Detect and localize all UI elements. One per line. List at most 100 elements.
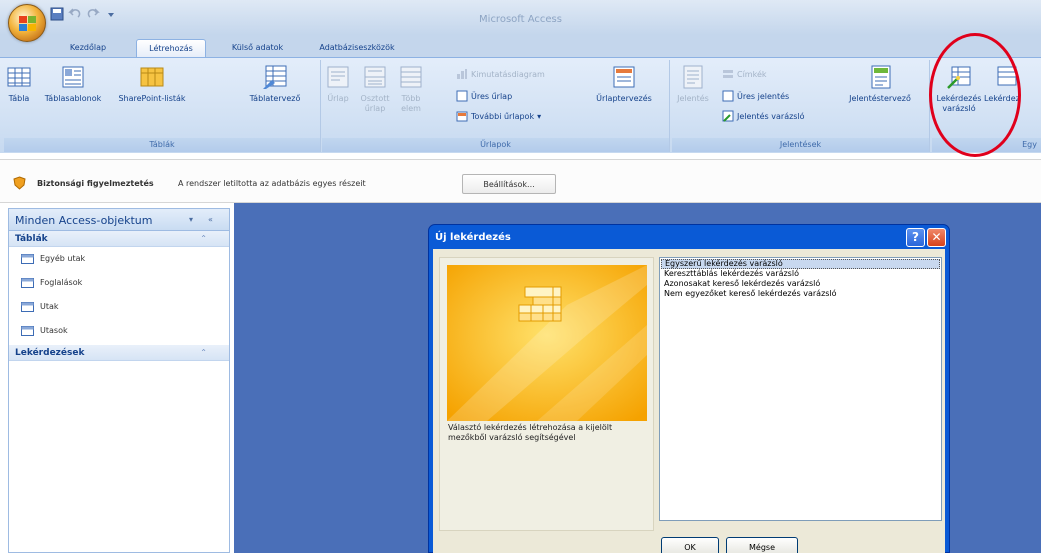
table-icon [21,302,34,312]
nav-item-label: Egyéb utak [40,254,86,263]
ribbon: Tábla Táblasablonok SharePoint-listák Tá… [0,57,1041,153]
nav-group-tablak[interactable]: Táblák ⌃ [9,231,229,247]
tobb-elem-button[interactable]: Több elem [398,64,424,114]
list-item-crosstab-query-wizard[interactable]: Kereszttáblás lekérdezés varázsló [661,269,940,279]
urlap-label: Űrlap [327,94,349,103]
options-button[interactable]: Beállítások... [462,174,556,194]
nav-menu-icon[interactable]: ▾ [189,215,193,224]
list-item-find-duplicates-wizard[interactable]: Azonosakat kereső lekérdezés varázsló [661,279,940,289]
nav-header[interactable]: Minden Access-objektum ▾ « [9,209,229,231]
tab-kulso-adatok[interactable]: Külső adatok [225,39,290,57]
group-label-urlapok: Űrlapok [322,138,669,152]
jelentes-varazslo-label: Jelentés varázsló [737,111,805,121]
tablasablonok-button[interactable]: Táblasablonok [38,64,108,104]
wizard-description: Választó lekérdezés létrehozása a kijelö… [448,423,613,442]
urlaptervezes-label: Űrlaptervezés [596,94,652,103]
cimkek-label: Címkék [737,69,767,79]
group-label-tablak: Táblák [4,138,320,152]
shield-icon [13,176,26,190]
security-warning-bar: Biztonsági figyelmeztetés A rendszer let… [0,159,1041,203]
list-item-simple-query-wizard[interactable]: Egyszerű lekérdezés varázsló [661,259,940,269]
nav-group-lekerdezesek[interactable]: Lekérdezések ⌃ [9,345,229,361]
nav-item-utasok[interactable]: Utasok [9,319,229,343]
group-label-jelentesek: Jelentések [672,138,929,152]
chevron-up-icon: ⌃ [200,348,207,357]
dialog-title: Új lekérdezés [435,232,511,243]
urlap-button[interactable]: Űrlap [324,64,352,104]
help-icon: ? [912,230,919,244]
app-title: Microsoft Access [479,14,562,25]
new-query-dialog: Új lekérdezés ? ✕ Választó lekérdezés lé… [428,224,950,553]
tovabbi-urlapok-button[interactable]: További űrlapok ▾ [456,110,541,122]
tablatervezo-button[interactable]: Táblatervező [240,64,310,104]
office-logo-icon [19,16,36,31]
nav-item-label: Foglalások [40,278,83,287]
kimutatasdiagram-button[interactable]: Kimutatásdiagram [456,68,545,80]
jelentes-varazslo-button[interactable]: Jelentés varázsló [722,110,805,122]
nav-item-utak[interactable]: Utak [9,295,229,319]
ures-urlap-label: Üres űrlap [471,91,513,101]
blank-form-icon [456,90,468,102]
title-bar: Microsoft Access [0,0,1041,35]
cancel-button[interactable]: Mégse [726,537,798,553]
group-jelentesek: Jelentés Címkék Üres jelentés Jelentés v… [672,60,930,152]
tablasablonok-label: Táblasablonok [44,94,102,103]
table-design-icon [263,65,287,89]
nav-item-egyeb-utak[interactable]: Egyéb utak [9,247,229,271]
nav-group-tablak-label: Táblák [15,234,48,244]
table-templates-icon [62,66,84,88]
office-button[interactable] [8,4,46,42]
jelentestervezo-button[interactable]: Jelentéstervező [838,64,922,104]
tovabbi-urlapok-label: További űrlapok [471,111,535,121]
report-icon [683,65,703,89]
table-icon [7,67,31,87]
group-tablak: Tábla Táblasablonok SharePoint-listák Tá… [4,60,321,152]
sharepoint-lists-icon [140,67,164,87]
tab-letrehozas[interactable]: Létrehozás [136,39,206,57]
more-forms-icon [456,110,468,122]
query-wizard-illustration [447,265,647,421]
tobb-elem-label: Több elem [401,94,421,113]
form-icon [327,66,349,88]
ok-button[interactable]: OK [661,537,719,553]
tabla-button[interactable]: Tábla [6,64,32,104]
nav-collapse-icon[interactable]: « [208,215,213,224]
kimutatasdiagram-label: Kimutatásdiagram [471,69,545,79]
close-icon: ✕ [931,230,942,244]
report-design-icon [871,65,891,89]
tabla-label: Tábla [8,94,30,103]
dialog-body: Választó lekérdezés létrehozása a kijelö… [433,249,945,553]
multiple-items-icon [400,66,422,88]
dropdown-arrow-icon: ▾ [537,111,542,121]
wizard-preview: Választó lekérdezés létrehozása a kijelö… [439,257,654,531]
security-message: A rendszer letiltotta az adatbázis egyes… [178,179,366,188]
table-icon [21,254,34,264]
form-design-icon [613,66,635,88]
osztott-urlap-button[interactable]: Osztott űrlap [358,64,392,114]
navigation-pane: Minden Access-objektum ▾ « Táblák ⌃ Egyé… [8,208,230,553]
osztott-urlap-label: Osztott űrlap [360,94,390,113]
split-form-icon [364,66,386,88]
jelentes-label: Jelentés [677,94,709,103]
urlaptervezes-button[interactable]: Űrlaptervezés [588,64,660,104]
table-icon [21,278,34,288]
close-button[interactable]: ✕ [927,228,946,247]
labels-icon [722,68,734,80]
ures-urlap-button[interactable]: Üres űrlap [456,90,512,102]
tab-adatbaziseszkozok[interactable]: Adatbáziseszközök [305,39,409,57]
nav-item-foglalasok[interactable]: Foglalások [9,271,229,295]
query-type-list[interactable]: Egyszerű lekérdezés varázsló Kereszttábl… [659,257,942,521]
list-item-find-unmatched-wizard[interactable]: Nem egyezőket kereső lekérdezés varázsló [661,289,940,299]
help-button[interactable]: ? [906,228,925,247]
ures-jelentes-button[interactable]: Üres jelentés [722,90,789,102]
highlight-circle [929,33,1021,157]
nav-item-label: Utasok [40,326,68,335]
table-icon [21,326,34,336]
nav-item-label: Utak [40,302,59,311]
nav-header-label: Minden Access-objektum [15,214,153,227]
cimkek-button[interactable]: Címkék [722,68,767,80]
tab-kezdolap[interactable]: Kezdőlap [60,39,116,57]
sharepoint-listak-button[interactable]: SharePoint-listák [110,64,194,104]
jelentes-button[interactable]: Jelentés [674,64,712,104]
security-title: Biztonsági figyelmeztetés [37,179,154,188]
